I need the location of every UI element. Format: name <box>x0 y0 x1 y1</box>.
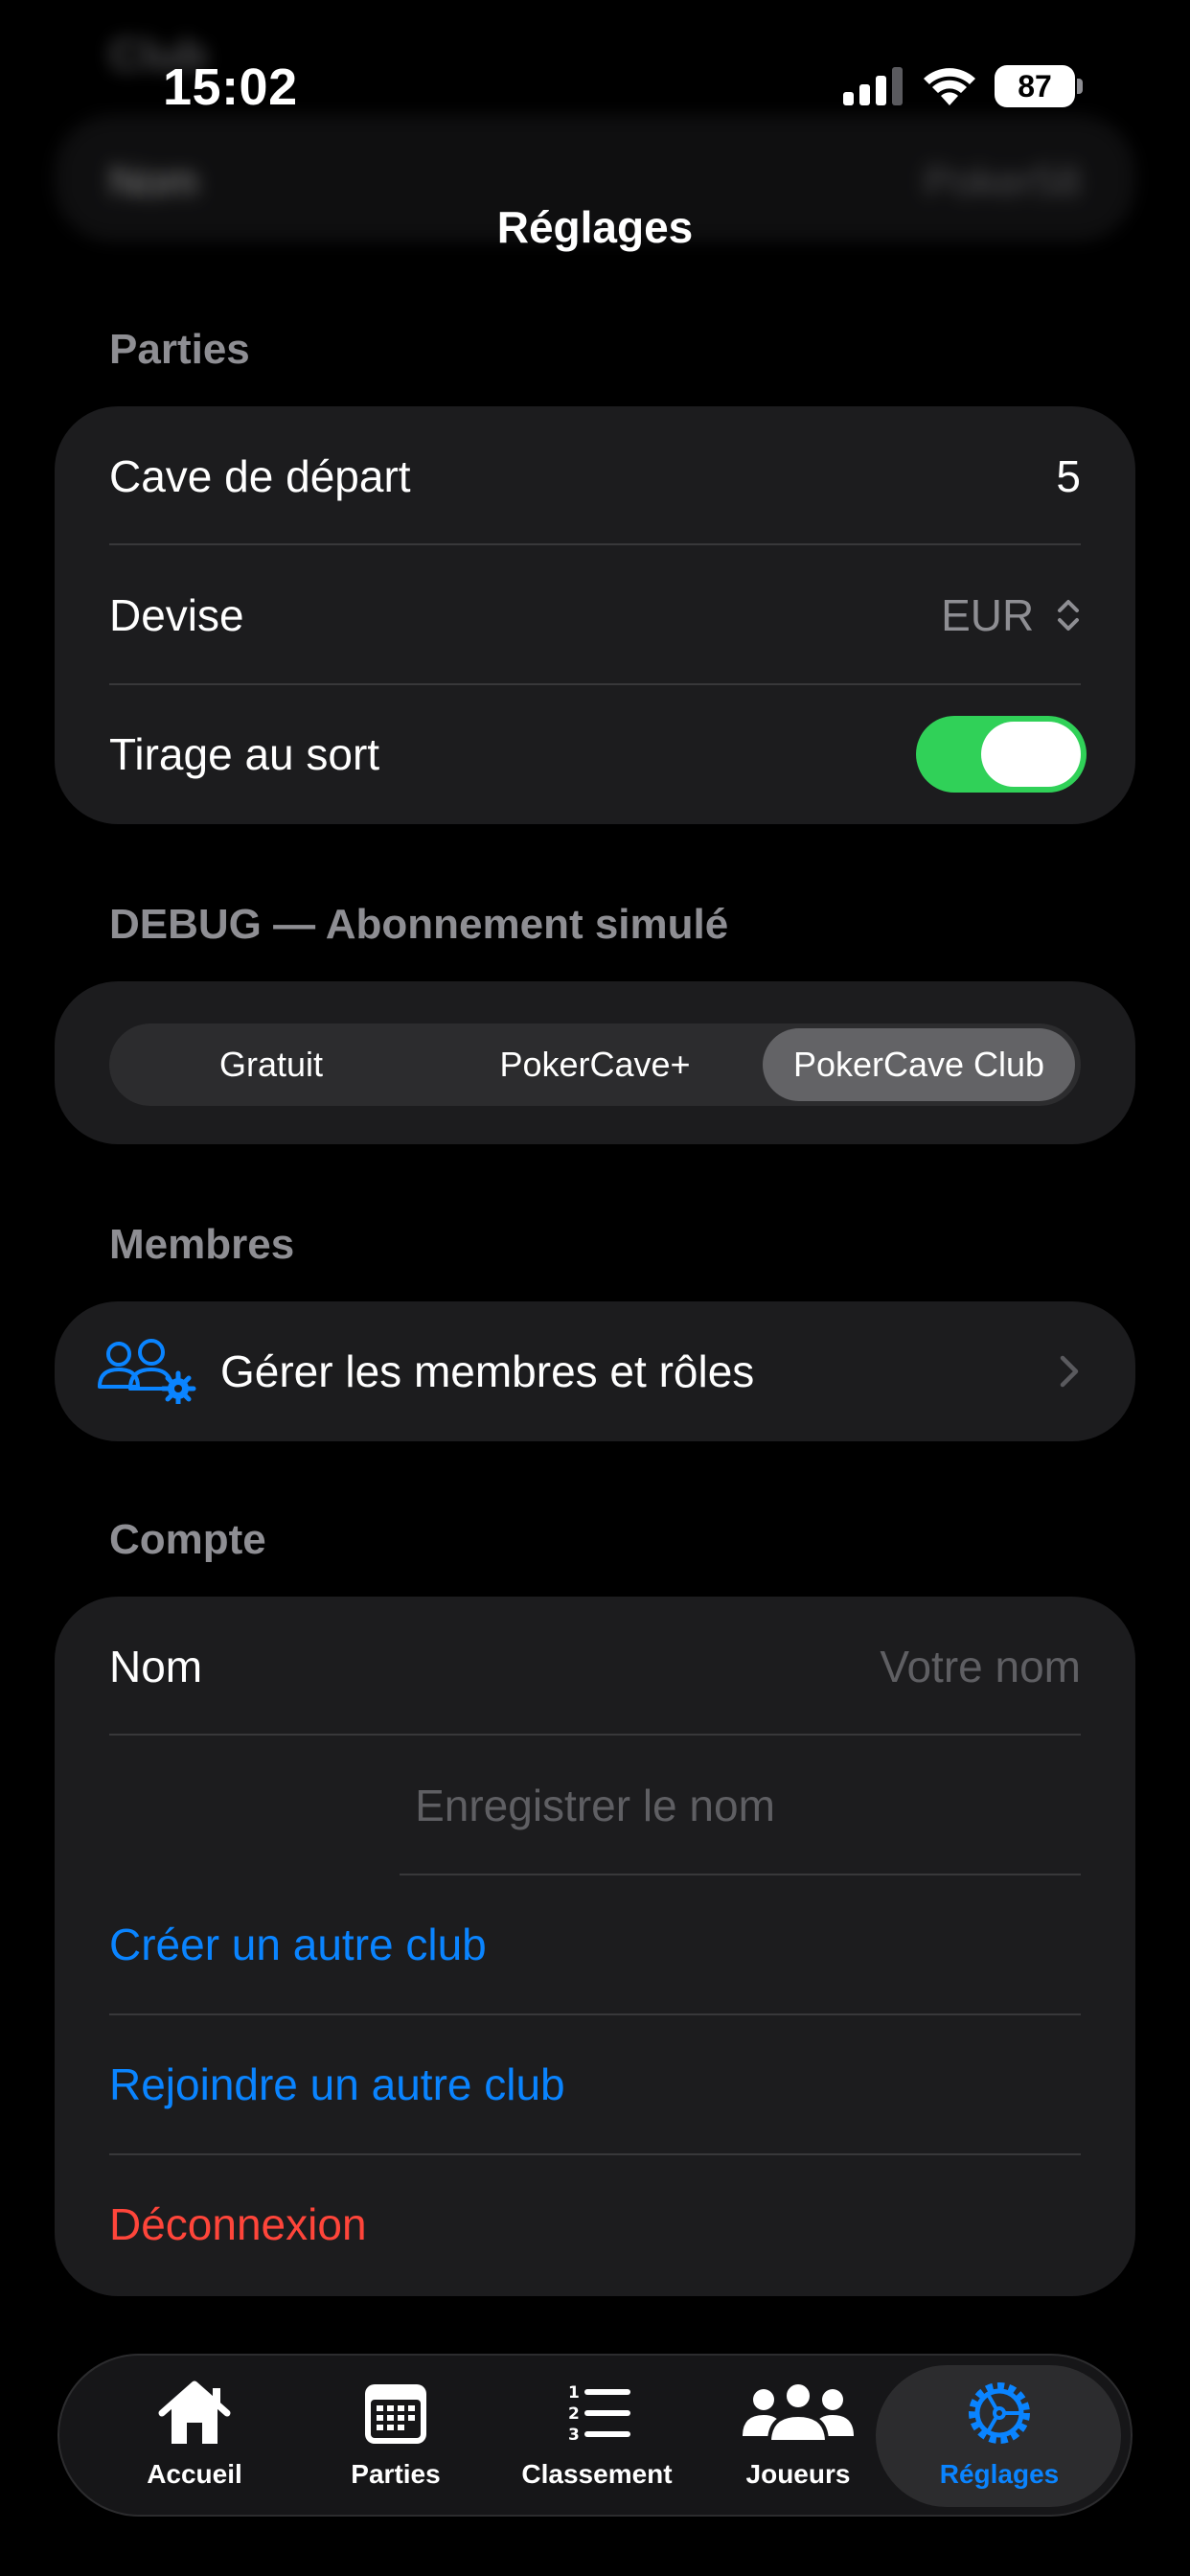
people-gear-icon <box>98 1339 196 1404</box>
starting-cave-label: Cave de départ <box>109 451 411 501</box>
svg-text:1: 1 <box>568 2383 580 2403</box>
calendar-icon <box>365 2384 426 2444</box>
status-bar: 15:02 87 <box>0 0 1190 172</box>
house-icon <box>158 2380 231 2444</box>
manage-members-row[interactable]: Gérer les membres et rôles <box>98 1301 1081 1441</box>
tab-parties[interactable]: Parties <box>295 2356 496 2515</box>
name-row: Nom Votre nom <box>109 1597 1081 1736</box>
currency-picker[interactable]: EUR <box>941 589 1081 641</box>
tab-label: Accueil <box>147 2459 242 2489</box>
list-number-icon: 12 3 <box>568 2383 630 2445</box>
tab-bar: Accueil Parties 12 3 Classement Joueurs R… <box>57 2354 1133 2517</box>
tab-classement[interactable]: 12 3 Classement <box>496 2356 698 2515</box>
tab-joueurs[interactable]: Joueurs <box>698 2356 899 2515</box>
currency-row[interactable]: Devise EUR <box>109 545 1081 685</box>
segment-pokercave-club[interactable]: PokerCave Club <box>763 1028 1075 1101</box>
members-card: Gérer les membres et rôles <box>55 1301 1135 1441</box>
draw-row: Tirage au sort <box>109 684 1087 824</box>
chevron-right-icon <box>1060 1355 1079 1388</box>
status-time: 15:02 <box>163 58 298 116</box>
save-name-button[interactable]: Enregistrer le nom <box>415 1780 775 1831</box>
chevron-up-down-icon <box>1058 600 1079 631</box>
gear-icon <box>969 2382 1030 2444</box>
section-header-debug: DEBUG — Abonnement simulé <box>109 901 729 948</box>
tab-label: Joueurs <box>745 2459 851 2489</box>
join-club-button[interactable]: Rejoindre un autre club <box>109 2058 565 2110</box>
name-input[interactable]: Votre nom <box>880 1641 1081 1692</box>
section-header-members: Membres <box>109 1221 295 1268</box>
starting-cave-row[interactable]: Cave de départ 5 <box>109 406 1081 546</box>
page-title: Réglages <box>496 202 694 252</box>
svg-text:2: 2 <box>568 2404 580 2424</box>
svg-text:3: 3 <box>568 2426 580 2445</box>
tab-label: Réglages <box>939 2459 1060 2489</box>
people-icon <box>743 2380 854 2444</box>
account-card: Nom Votre nom Enregistrer le nom Créer u… <box>55 1597 1135 2296</box>
draw-label: Tirage au sort <box>109 729 380 779</box>
tab-accueil[interactable]: Accueil <box>94 2356 295 2515</box>
name-label: Nom <box>109 1642 203 1691</box>
cellular-signal-icon <box>843 67 903 105</box>
create-club-row[interactable]: Créer un autre club <box>109 1874 1081 2014</box>
wifi-icon <box>924 68 975 105</box>
section-header-parties: Parties <box>109 326 250 373</box>
tab-label: Classement <box>521 2459 673 2489</box>
battery-level: 87 <box>1018 69 1052 104</box>
manage-members-label: Gérer les membres et rôles <box>220 1346 755 1396</box>
segment-gratuit[interactable]: Gratuit <box>109 1024 433 1106</box>
tab-reglages[interactable]: Réglages <box>899 2356 1100 2515</box>
parties-card: Cave de départ 5 Devise EUR Tirage au so… <box>55 406 1135 824</box>
logout-button[interactable]: Déconnexion <box>109 2198 367 2250</box>
section-header-account: Compte <box>109 1516 266 1563</box>
save-name-row: Enregistrer le nom <box>109 1736 1081 1875</box>
create-club-button[interactable]: Créer un autre club <box>109 1919 487 1970</box>
battery-icon: 87 <box>995 65 1083 107</box>
debug-card: Gratuit PokerCave+ PokerCave Club <box>55 981 1135 1144</box>
segment-pokercave-plus[interactable]: PokerCave+ <box>433 1024 757 1106</box>
currency-value: EUR <box>941 590 1035 640</box>
join-club-row[interactable]: Rejoindre un autre club <box>109 2014 1081 2154</box>
subscription-segmented-control: Gratuit PokerCave+ PokerCave Club <box>109 1024 1081 1106</box>
starting-cave-value[interactable]: 5 <box>1056 450 1081 502</box>
currency-label: Devise <box>109 590 244 640</box>
tab-label: Parties <box>351 2459 441 2489</box>
logout-row[interactable]: Déconnexion <box>109 2154 1081 2294</box>
draw-toggle[interactable] <box>916 716 1087 793</box>
